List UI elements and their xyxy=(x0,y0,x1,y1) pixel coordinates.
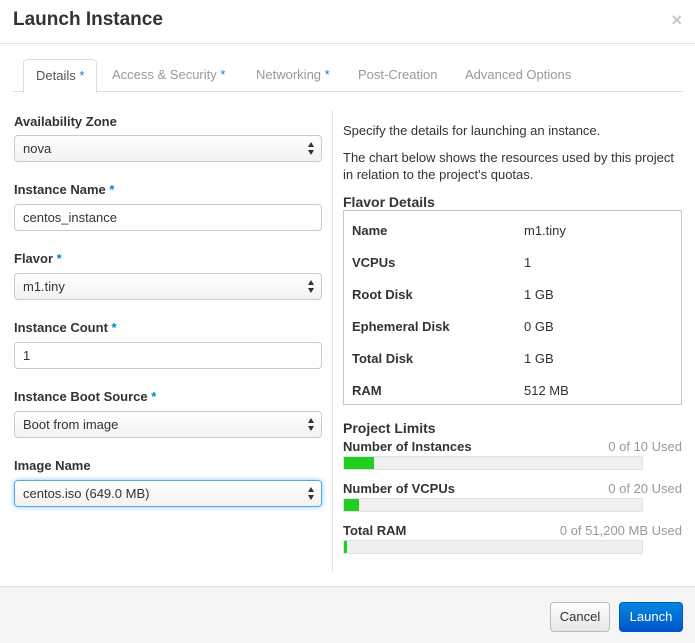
limit-used-vcpus: 0 of 20 Used xyxy=(608,481,682,496)
flavor-row: Root Disk 1 GB xyxy=(344,277,681,309)
flavor-value: 1 GB xyxy=(524,287,554,302)
launch-button[interactable]: Launch xyxy=(619,602,683,632)
limit-used-instances: 0 of 10 Used xyxy=(608,439,682,454)
label-text: Flavor xyxy=(14,251,54,266)
image-name-select[interactable]: centos.iso (649.0 MB) xyxy=(14,480,322,507)
flavor-label: Flavor * xyxy=(14,251,62,266)
dialog-title: Launch Instance xyxy=(13,9,163,30)
instance-count-label: Instance Count * xyxy=(14,320,117,335)
project-limits-title: Project Limits xyxy=(343,420,436,436)
required-marker: * xyxy=(111,320,117,335)
availability-zone-select[interactable]: nova xyxy=(14,135,322,162)
label-text: Image Name xyxy=(14,458,91,473)
dialog-footer: Cancel Launch xyxy=(0,586,695,643)
boot-source-label: Instance Boot Source * xyxy=(14,389,156,404)
required-marker: * xyxy=(56,251,62,266)
flavor-details-title: Flavor Details xyxy=(343,194,435,210)
flavor-value: 1 xyxy=(524,255,532,270)
tab-bar: Details * Access & Security * Networking… xyxy=(13,59,683,93)
label-text: Instance Count xyxy=(14,320,108,335)
required-marker: * xyxy=(220,67,226,82)
flavor-row: VCPUs 1 xyxy=(344,245,681,277)
limit-bar-ram xyxy=(343,540,643,554)
flavor-value: 512 MB xyxy=(524,383,569,398)
boot-source-select[interactable]: Boot from image xyxy=(14,411,322,438)
tab-label: Advanced Options xyxy=(465,67,572,82)
instance-count-input[interactable] xyxy=(14,342,322,369)
tab-label: Post-Creation xyxy=(358,67,438,82)
flavor-key: VCPUs xyxy=(352,255,396,270)
tab-details[interactable]: Details * xyxy=(23,59,98,93)
tab-label: Access & Security xyxy=(112,67,217,82)
tab-post-creation[interactable]: Post-Creation xyxy=(358,59,437,92)
limit-bar-fill xyxy=(344,541,347,553)
instance-name-label: Instance Name * xyxy=(14,182,114,197)
limit-bar-fill xyxy=(344,457,374,469)
select-arrows-icon xyxy=(308,486,315,501)
label-text: Instance Boot Source xyxy=(14,389,148,404)
limit-bar-vcpus xyxy=(343,498,643,512)
close-icon[interactable]: × xyxy=(671,11,682,29)
column-divider xyxy=(332,110,333,572)
tab-label: Details xyxy=(36,68,76,83)
limit-label-ram: Total RAM xyxy=(343,523,407,538)
flavor-key: Total Disk xyxy=(352,351,414,366)
flavor-value: 0 GB xyxy=(524,319,554,334)
select-value: m1.tiny xyxy=(23,279,65,294)
cancel-button[interactable]: Cancel xyxy=(550,602,610,632)
select-arrows-icon xyxy=(308,417,315,432)
instance-name-input[interactable] xyxy=(14,204,322,231)
required-marker: * xyxy=(151,389,157,404)
select-arrows-icon xyxy=(308,279,315,294)
flavor-value: 1 GB xyxy=(524,351,554,366)
flavor-key: Name xyxy=(352,223,388,238)
flavor-key: Root Disk xyxy=(352,287,413,302)
limit-label-instances: Number of Instances xyxy=(343,439,472,454)
flavor-row: Total Disk 1 GB xyxy=(344,341,681,373)
label-text: Availability Zone xyxy=(14,114,117,129)
select-arrows-icon xyxy=(308,141,315,156)
tab-advanced-options[interactable]: Advanced Options xyxy=(465,59,571,92)
limit-used-ram: 0 of 51,200 MB Used xyxy=(559,523,682,538)
flavor-value: m1.tiny xyxy=(524,223,566,238)
select-value: nova xyxy=(23,141,52,156)
flavor-key: Ephemeral Disk xyxy=(352,319,450,334)
flavor-row: Name m1.tiny xyxy=(344,213,681,245)
dialog-header: Launch Instance × xyxy=(0,0,695,44)
info-text-quotas: The chart below shows the resources used… xyxy=(343,150,674,182)
flavor-details-table: Name m1.tiny VCPUs 1 Root Disk 1 GB Ephe… xyxy=(343,210,682,405)
flavor-row: RAM 512 MB xyxy=(344,373,681,405)
select-value: Boot from image xyxy=(23,417,119,432)
tab-networking[interactable]: Networking * xyxy=(256,59,330,92)
availability-zone-label: Availability Zone xyxy=(14,114,117,129)
info-text-intro: Specify the details for launching an ins… xyxy=(343,123,601,138)
flavor-select[interactable]: m1.tiny xyxy=(14,273,322,300)
label-text: Instance Name xyxy=(14,182,106,197)
required-marker: * xyxy=(324,67,330,82)
limit-label-vcpus: Number of VCPUs xyxy=(343,481,455,496)
limit-bar-instances xyxy=(343,456,643,470)
image-name-label: Image Name xyxy=(14,458,91,473)
flavor-row: Ephemeral Disk 0 GB xyxy=(344,309,681,341)
tab-access-security[interactable]: Access & Security * xyxy=(112,59,225,92)
required-marker: * xyxy=(79,68,85,83)
limit-bar-fill xyxy=(344,499,359,511)
required-marker: * xyxy=(109,182,115,197)
flavor-key: RAM xyxy=(352,383,382,398)
tab-label: Networking xyxy=(256,67,322,82)
select-value: centos.iso (649.0 MB) xyxy=(23,486,150,501)
